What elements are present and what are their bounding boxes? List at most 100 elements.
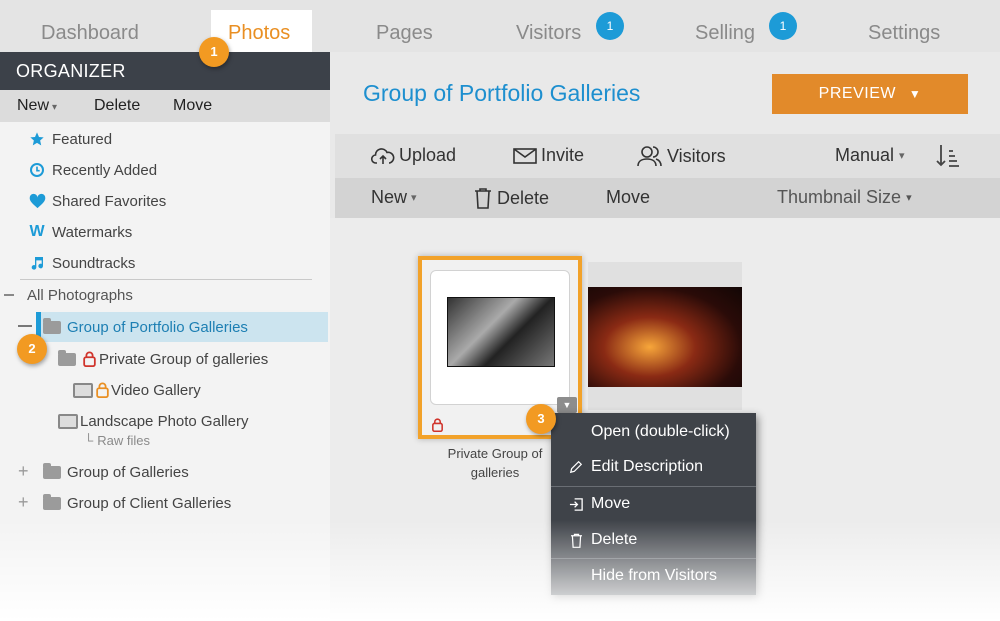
sidebar-divider	[20, 279, 312, 280]
card-menu-toggle-icon[interactable]: ▼	[557, 397, 577, 413]
gallery-cover-photo	[447, 297, 555, 367]
image-icon	[58, 414, 78, 429]
photo-move-button[interactable]: Move	[606, 187, 650, 208]
users-icon	[637, 146, 662, 167]
app-window: Dashboard Photos Pages Visitors 1 Sellin…	[0, 0, 1000, 621]
tab-dashboard[interactable]: Dashboard	[41, 22, 139, 45]
preview-button[interactable]: PREVIEW ▼	[772, 74, 968, 114]
tab-settings[interactable]: Settings	[868, 22, 940, 45]
cloud-upload-icon	[371, 147, 395, 164]
visitors-button[interactable]: Visitors	[637, 145, 726, 167]
music-note-icon	[28, 254, 46, 272]
visitors-label: Visitors	[667, 145, 726, 166]
tab-visitors[interactable]: Visitors	[516, 22, 581, 45]
tree-client-galleries[interactable]: Group of Client Galleries	[43, 494, 232, 512]
sidebar-item-shared-favorites[interactable]: Shared Favorites	[28, 192, 166, 210]
folder-icon	[58, 349, 76, 366]
photo-action-bar: New ▾ Delete Move Thumbnail Size ▾	[335, 178, 1000, 218]
tree-portfolio-galleries[interactable]: Group of Portfolio Galleries	[43, 318, 248, 336]
tree-group-of-galleries[interactable]: Group of Galleries	[43, 463, 189, 481]
expand-plus-icon[interactable]: +	[18, 492, 29, 513]
tree-all-photographs[interactable]: All Photographs	[27, 287, 133, 304]
folder-icon	[43, 318, 61, 334]
tree-landscape-gallery[interactable]: Landscape Photo Gallery	[58, 413, 248, 430]
lock-orange-icon	[95, 381, 109, 399]
folder-icon	[43, 494, 61, 510]
sidebar-item-label: Shared Favorites	[52, 192, 167, 210]
trash-icon	[567, 533, 585, 548]
context-label: Edit Description	[591, 458, 704, 475]
organizer-new-button[interactable]: New ▾	[17, 97, 57, 115]
tree-label: Group of Client Galleries	[67, 495, 232, 512]
tree-label: Landscape Photo Gallery	[80, 413, 249, 430]
context-move[interactable]: Move	[551, 487, 756, 521]
fountain-night-photo	[588, 287, 742, 387]
tree-label: All Photographs	[27, 287, 133, 304]
sidebar-item-watermarks[interactable]: W Watermarks	[28, 223, 132, 241]
upload-label: Upload	[399, 145, 457, 165]
invite-label: Invite	[541, 145, 585, 165]
organizer-toolbar: New ▾ Delete Move	[0, 90, 330, 122]
photo-thumbnail[interactable]	[588, 262, 742, 410]
step-badge-1: 1	[199, 37, 229, 67]
context-edit-description[interactable]: Edit Description	[551, 450, 756, 484]
thumbnail-size-dropdown[interactable]: Thumbnail Size ▾	[777, 187, 912, 208]
visitors-count-badge: 1	[596, 12, 624, 40]
context-delete[interactable]: Delete	[551, 523, 756, 557]
sort-label: Manual	[835, 145, 895, 165]
image-icon	[73, 382, 93, 398]
envelope-icon	[513, 147, 537, 164]
tab-selling[interactable]: Selling	[695, 22, 755, 45]
sort-dropdown[interactable]: Manual ▾	[835, 145, 905, 166]
organizer-delete-button[interactable]: Delete	[94, 97, 140, 115]
page-title: Group of Portfolio Galleries	[363, 80, 641, 106]
caret-down-icon: ▾	[899, 150, 905, 162]
top-nav: Dashboard Photos Pages Visitors 1 Sellin…	[0, 0, 1000, 52]
photo-delete-label: Delete	[497, 187, 550, 208]
watermark-icon: W	[29, 223, 45, 240]
caret-down-icon: ▾	[52, 102, 58, 113]
context-menu: Open (double-click) Edit Description Mov…	[551, 413, 756, 595]
tree-label: Group of Galleries	[67, 464, 189, 481]
context-open[interactable]: Open (double-click)	[551, 415, 756, 449]
collapse-minus-icon[interactable]	[18, 325, 32, 327]
context-label: Delete	[591, 531, 638, 548]
upload-button[interactable]: Upload	[371, 145, 456, 166]
thumbnail-size-label: Thumbnail Size	[777, 187, 902, 207]
tab-pages[interactable]: Pages	[376, 22, 433, 45]
caret-down-icon: ▾	[411, 192, 417, 204]
pencil-icon	[567, 460, 585, 474]
tree-private-group[interactable]: Private Group of galleries	[58, 349, 268, 368]
expand-plus-icon[interactable]: +	[18, 461, 29, 482]
photo-new-label: New	[371, 187, 408, 207]
heart-icon	[28, 192, 46, 210]
organizer-sidebar: ORGANIZER New ▾ Delete Move Featured Rece…	[0, 52, 330, 621]
sort-order-button[interactable]	[935, 143, 961, 169]
tree-label: Raw files	[97, 433, 150, 448]
collapse-minus-icon[interactable]	[4, 294, 14, 296]
context-hide-from-visitors[interactable]: Hide from Visitors	[551, 559, 756, 593]
folder-icon	[43, 463, 61, 479]
caret-down-icon: ▾	[906, 192, 912, 204]
tab-photos[interactable]: Photos	[228, 22, 290, 45]
lock-red-icon	[432, 418, 443, 437]
organizer-move-button[interactable]: Move	[173, 97, 212, 115]
context-label: Move	[591, 495, 631, 512]
tree-raw-files[interactable]: └ Raw files	[84, 433, 150, 448]
tree-label: Group of Portfolio Galleries	[67, 319, 248, 336]
gallery-thumbnail-card[interactable]: ▼	[418, 256, 582, 439]
tree-video-gallery[interactable]: Video Gallery	[73, 381, 201, 399]
sidebar-item-label: Featured	[52, 130, 113, 148]
photo-delete-button[interactable]: Delete	[474, 187, 549, 209]
invite-button[interactable]: Invite	[513, 145, 584, 166]
main-header: Group of Portfolio Galleries PREVIEW ▼	[330, 52, 1000, 134]
sidebar-item-recently-added[interactable]: Recently Added	[28, 161, 157, 179]
sidebar-item-label: Recently Added	[52, 161, 158, 179]
preview-label: PREVIEW	[818, 85, 896, 102]
photo-new-button[interactable]: New ▾	[371, 187, 417, 208]
step-badge-3: 3	[526, 404, 556, 434]
sort-descending-icon	[936, 145, 959, 167]
gallery-card-label: Private Group of galleries	[447, 446, 543, 480]
sidebar-item-soundtracks[interactable]: Soundtracks	[28, 254, 135, 272]
sidebar-item-featured[interactable]: Featured	[28, 130, 112, 148]
